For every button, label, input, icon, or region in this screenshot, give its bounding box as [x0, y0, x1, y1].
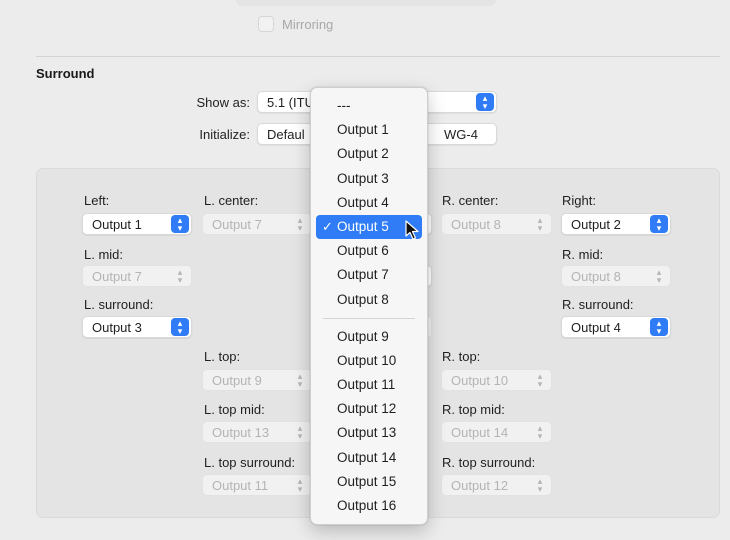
l-surround-output-popup[interactable]: Output 3 ▴ ▾	[82, 316, 192, 338]
r-top-mid-label: R. top mid:	[442, 402, 505, 417]
pointer-cursor-icon	[405, 220, 419, 240]
l-top-surround-output-popup: Output 11 ▴ ▾	[202, 474, 312, 496]
r-top-mid-output-value: Output 14	[451, 424, 509, 440]
l-top-label: L. top:	[204, 349, 241, 364]
l-top-mid-output-popup: Output 13 ▴ ▾	[202, 421, 312, 443]
l-center-output-popup: Output 7 ▴ ▾	[202, 213, 312, 235]
l-top-mid-output-value: Output 13	[212, 424, 270, 440]
l-mid-output-popup: Output 7 ▴ ▾	[82, 265, 192, 287]
menu-item-output-7[interactable]: Output 7	[311, 263, 427, 287]
left-output-value: Output 1	[92, 216, 142, 232]
l-top-mid-label: L. top mid:	[204, 402, 265, 417]
surround-section-title: Surround	[36, 66, 95, 81]
r-mid-label: R. mid:	[562, 247, 604, 262]
left-output-popup[interactable]: Output 1 ▴ ▾	[82, 213, 192, 235]
r-mid-output-value: Output 8	[571, 268, 621, 284]
menu-item-output-15[interactable]: Output 15	[311, 470, 427, 494]
r-center-output-popup: Output 8 ▴ ▾	[441, 213, 552, 235]
r-surround-output-popup[interactable]: Output 4 ▴ ▾	[561, 316, 671, 338]
r-surround-label: R. surround:	[562, 297, 634, 312]
window-top-edge	[236, 0, 496, 6]
menu-separator	[323, 317, 415, 319]
r-top-output-value: Output 10	[451, 372, 509, 388]
menu-item-output-9[interactable]: Output 9	[311, 325, 427, 349]
r-surround-output-value: Output 4	[571, 319, 621, 335]
right-label: Right:	[562, 193, 596, 208]
chevron-up-down-icon: ▴ ▾	[476, 93, 494, 111]
chevron-up-down-icon: ▴ ▾	[537, 423, 543, 441]
chevron-up-down-icon: ▴ ▾	[650, 215, 668, 233]
menu-item-output-8[interactable]: Output 8	[311, 288, 427, 312]
menu-item-output-11[interactable]: Output 11	[311, 373, 427, 397]
menu-item-output-14[interactable]: Output 14	[311, 446, 427, 470]
l-top-output-popup: Output 9 ▴ ▾	[202, 369, 312, 391]
menu-item-output-16[interactable]: Output 16	[311, 494, 427, 518]
chevron-up-down-icon: ▴ ▾	[656, 267, 662, 285]
r-top-surround-output-popup: Output 12 ▴ ▾	[441, 474, 552, 496]
r-center-output-value: Output 8	[451, 216, 501, 232]
chevron-up-down-icon: ▴ ▾	[650, 318, 668, 336]
chevron-up-down-icon: ▴ ▾	[297, 423, 303, 441]
mirroring-label: Mirroring	[282, 16, 334, 32]
chevron-up-down-icon: ▴ ▾	[297, 371, 303, 389]
menu-item-output-12[interactable]: Output 12	[311, 397, 427, 421]
initialize-label: Initialize:	[199, 127, 250, 142]
r-mid-output-popup: Output 8 ▴ ▾	[561, 265, 671, 287]
l-surround-label: L. surround:	[84, 297, 154, 312]
menu-item-output-2[interactable]: Output 2	[311, 142, 427, 166]
show-as-label: Show as:	[196, 95, 250, 110]
checkmark-icon: ✓	[322, 218, 333, 234]
l-center-label: L. center:	[204, 193, 259, 208]
left-label: Left:	[84, 193, 110, 208]
chevron-up-down-icon: ▴ ▾	[177, 267, 183, 285]
output-dropdown-menu: --- Output 1 Output 2 Output 3 Output 4 …	[310, 87, 428, 525]
l-top-output-value: Output 9	[212, 372, 262, 388]
right-output-value: Output 2	[571, 216, 621, 232]
l-center-output-value: Output 7	[212, 216, 262, 232]
l-top-surround-output-value: Output 11	[212, 477, 269, 493]
chevron-up-down-icon: ▴ ▾	[537, 476, 543, 494]
r-center-label: R. center:	[442, 193, 499, 208]
right-output-popup[interactable]: Output 2 ▴ ▾	[561, 213, 671, 235]
l-surround-output-value: Output 3	[92, 319, 142, 335]
menu-item-none[interactable]: ---	[311, 94, 427, 118]
menu-item-output-4[interactable]: Output 4	[311, 191, 427, 215]
r-top-mid-output-popup: Output 14 ▴ ▾	[441, 421, 552, 443]
section-divider	[36, 56, 720, 57]
r-top-surround-label: R. top surround:	[442, 455, 536, 470]
chevron-up-down-icon: ▴ ▾	[171, 318, 189, 336]
menu-item-output-10[interactable]: Output 10	[311, 349, 427, 373]
menu-item-output-1[interactable]: Output 1	[311, 118, 427, 142]
l-mid-label: L. mid:	[84, 247, 124, 262]
menu-item-output-13[interactable]: Output 13	[311, 421, 427, 445]
r-top-label: R. top:	[442, 349, 481, 364]
chevron-up-down-icon: ▴ ▾	[297, 215, 303, 233]
l-top-surround-label: L. top surround:	[204, 455, 296, 470]
r-top-surround-output-value: Output 12	[451, 477, 509, 493]
chevron-up-down-icon: ▴ ▾	[537, 215, 543, 233]
mirroring-row: Mirroring	[258, 14, 333, 34]
chevron-up-down-icon: ▴ ▾	[537, 371, 543, 389]
menu-item-output-3[interactable]: Output 3	[311, 167, 427, 191]
chevron-up-down-icon: ▴ ▾	[297, 476, 303, 494]
mirroring-checkbox[interactable]	[258, 16, 274, 32]
r-top-output-popup: Output 10 ▴ ▾	[441, 369, 552, 391]
chevron-up-down-icon: ▴ ▾	[171, 215, 189, 233]
menu-item-output-6[interactable]: Output 6	[311, 239, 427, 263]
initialize-right-value: WG-4	[444, 126, 478, 142]
l-mid-output-value: Output 7	[92, 268, 142, 284]
